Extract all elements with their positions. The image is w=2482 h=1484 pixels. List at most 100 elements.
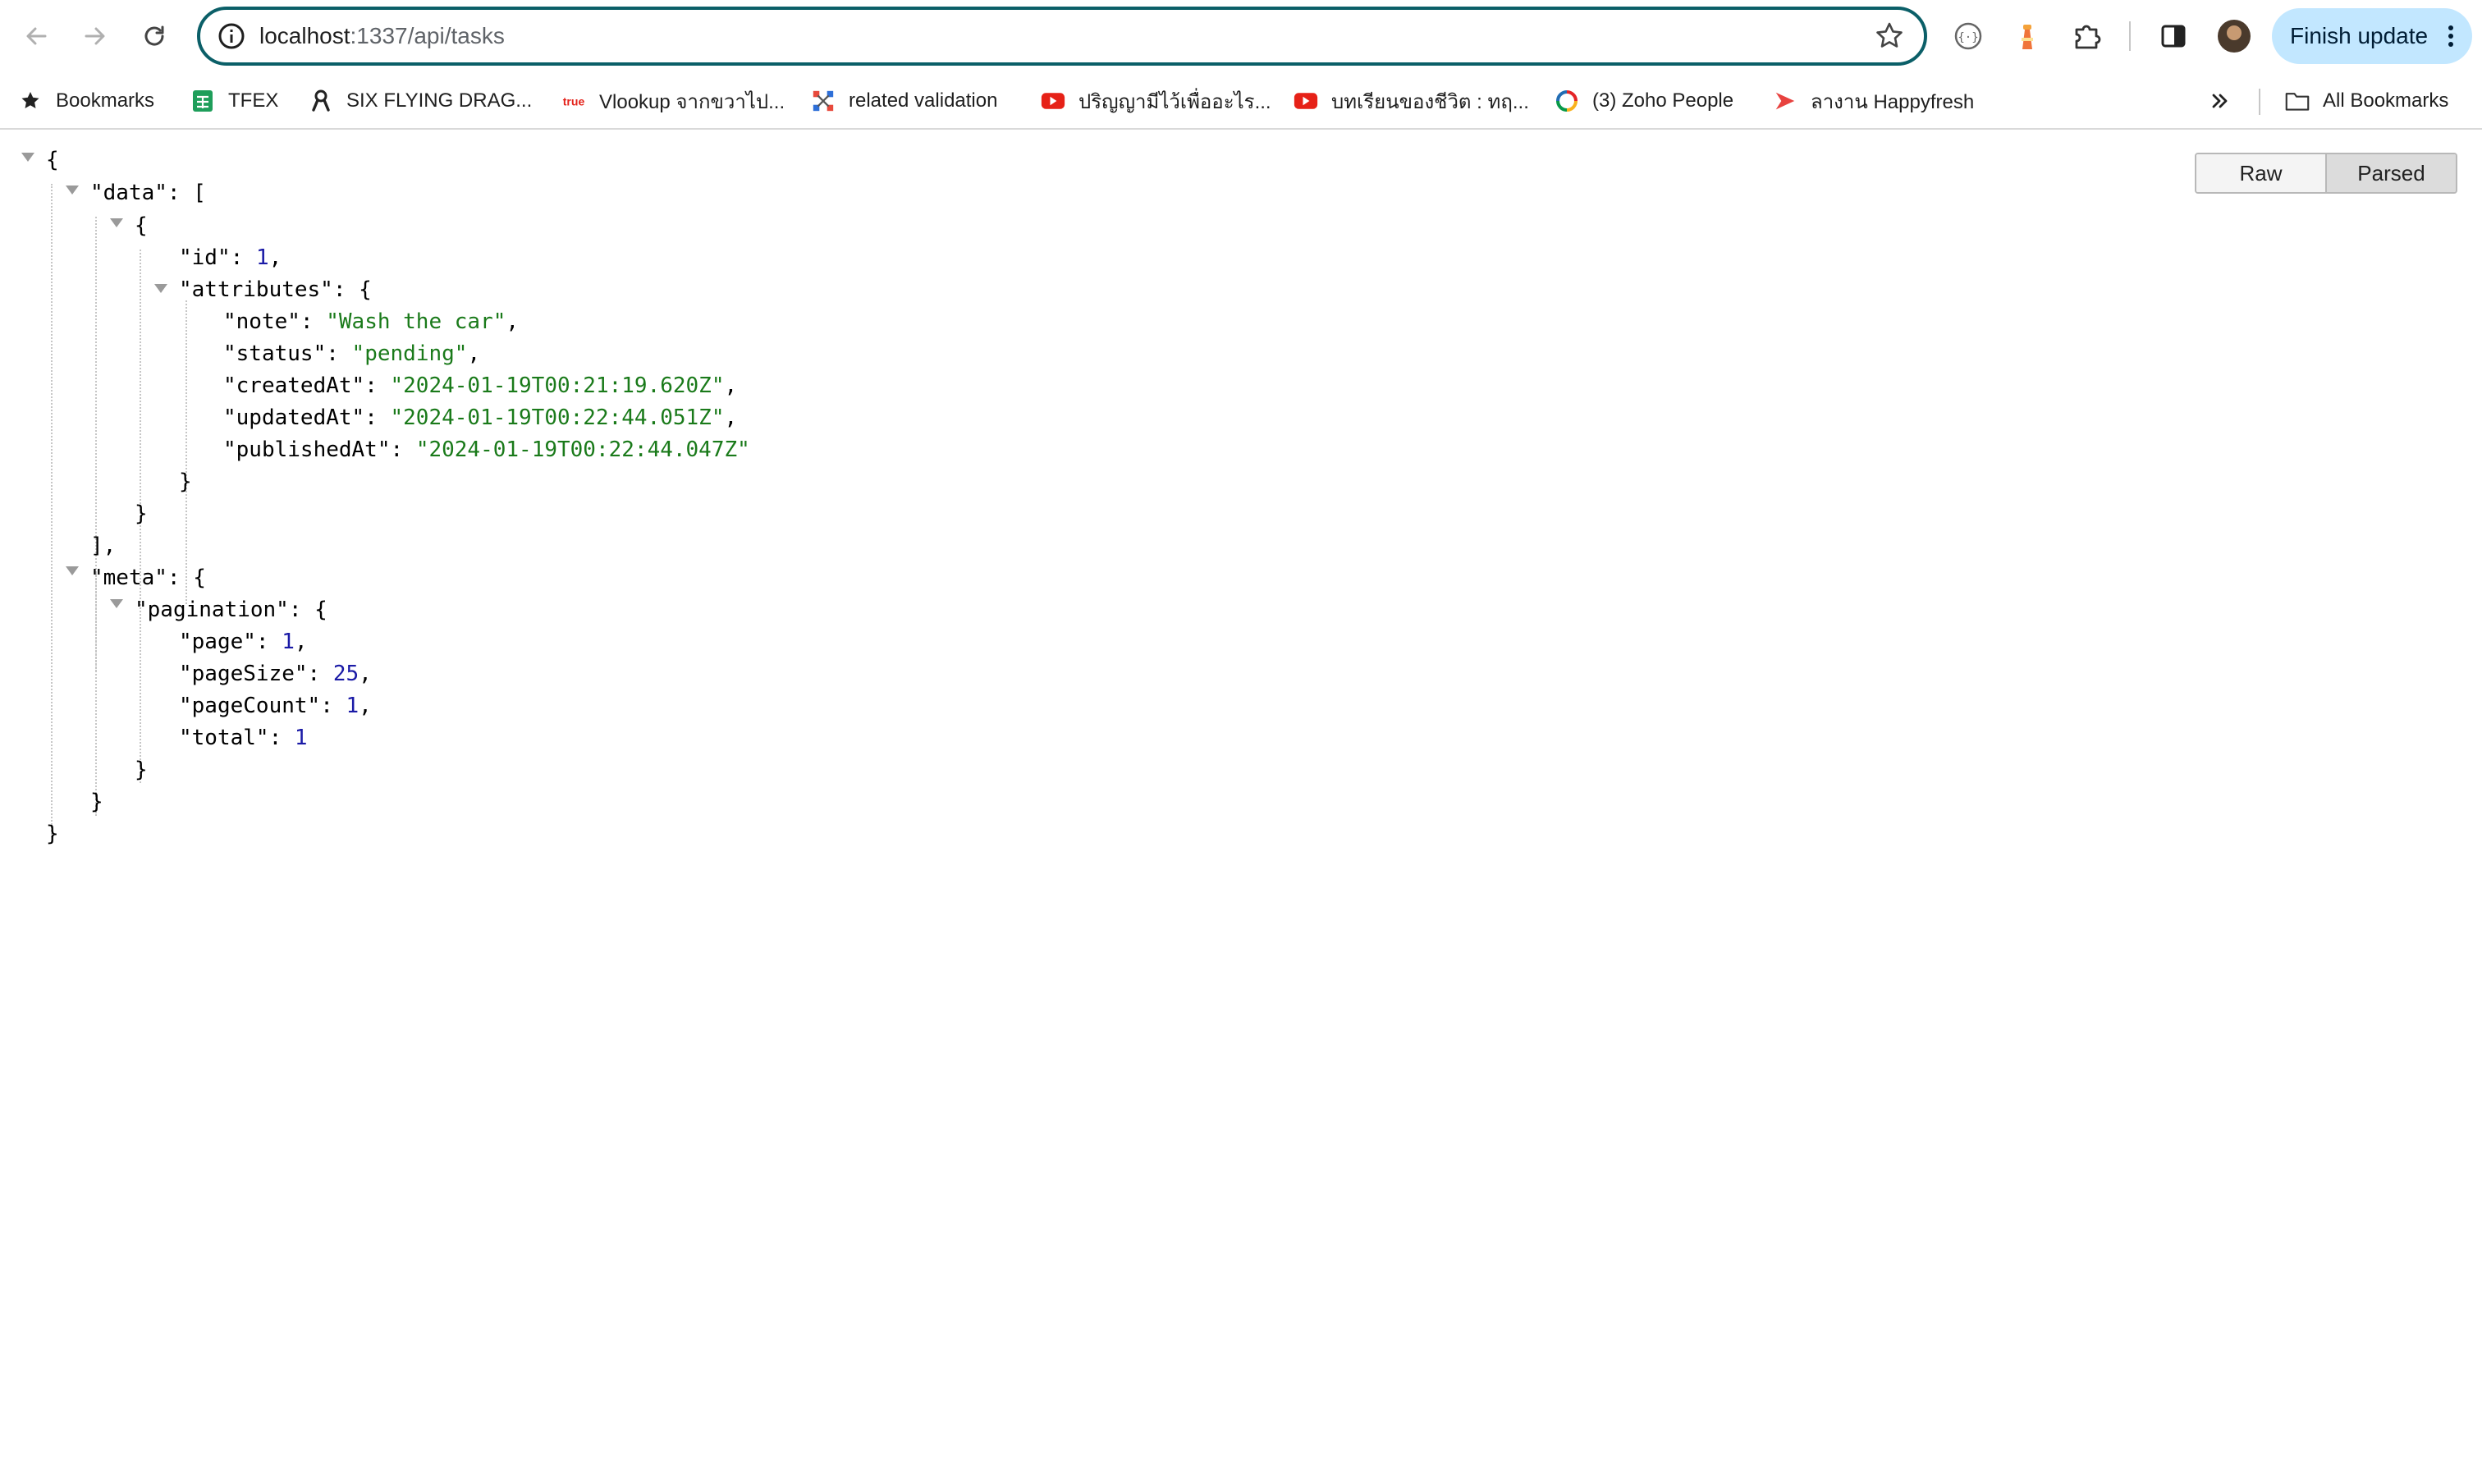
- json-line-status: "status": "pending",: [223, 341, 481, 366]
- json-line-page: "page": 1,: [179, 630, 308, 654]
- arrow-left-icon: [26, 27, 47, 45]
- bookmark-item[interactable]: SIX FLYING DRAG...: [309, 84, 532, 118]
- youtube-icon: [1041, 89, 1065, 113]
- json-line-total: "total": 1: [179, 726, 308, 750]
- true-logo-icon: true: [561, 89, 586, 113]
- json-string: "2024-01-19T00:22:44.047Z": [415, 437, 750, 462]
- profile-avatar[interactable]: [2218, 20, 2251, 53]
- indent-guide: [95, 573, 97, 816]
- json-brace: }: [135, 758, 148, 782]
- json-key: "note": [223, 309, 300, 334]
- parsed-view-button[interactable]: Parsed: [2327, 154, 2456, 192]
- ribbon-icon: [309, 89, 333, 113]
- json-key: "data": [90, 181, 167, 205]
- json-line-publishedAt: "publishedAt": "2024-01-19T00:22:44.047Z…: [223, 437, 750, 462]
- collapse-arrow-root[interactable]: [21, 153, 34, 162]
- happyfresh-icon: [1773, 89, 1797, 113]
- json-number: 1: [255, 245, 269, 270]
- chevron-double-right-icon: [2208, 89, 2232, 113]
- bookmark-item[interactable]: Bookmarks: [18, 84, 154, 118]
- svg-text:{·}: {·}: [1958, 31, 1978, 44]
- arrow-right-icon: [85, 27, 105, 45]
- json-key: "createdAt": [223, 373, 365, 398]
- json-key: "publishedAt": [223, 437, 391, 462]
- json-number: 1: [294, 726, 308, 750]
- bookmark-item[interactable]: true Vlookup จากขวาไป...: [561, 84, 785, 118]
- reload-button[interactable]: [135, 16, 174, 56]
- collapse-arrow-meta[interactable]: [66, 566, 79, 575]
- json-viewer: Raw Parsed { "data": [ { "id": 1, "attri…: [0, 131, 2482, 1484]
- json-line-meta: "meta": {: [90, 566, 206, 590]
- json-key: "status": [223, 341, 327, 366]
- json-brace: {: [46, 148, 59, 172]
- star-icon: [18, 89, 43, 113]
- json-brace: }: [179, 469, 192, 494]
- json-key: "pagination": [135, 598, 289, 622]
- collapse-arrow-data-item[interactable]: [110, 218, 123, 227]
- browser-toolbar: localhost:1337/api/tasks {·} Finish upda…: [0, 0, 2482, 72]
- svg-text:true: true: [563, 95, 585, 108]
- indent-guide: [185, 300, 187, 604]
- side-panel-icon[interactable]: [2155, 18, 2191, 54]
- collapse-arrow-data[interactable]: [66, 186, 79, 195]
- json-number: 1: [346, 694, 359, 718]
- json-line-note: "note": "Wash the car",: [223, 309, 520, 334]
- json-key: "total": [179, 726, 269, 750]
- sheets-icon: [190, 89, 215, 113]
- finish-update-button[interactable]: Finish update: [2272, 8, 2472, 64]
- json-bracket: ],: [90, 534, 117, 558]
- collapse-arrow-pagination[interactable]: [110, 599, 123, 608]
- indent-guide: [51, 184, 53, 837]
- lighthouse-extension-icon[interactable]: [2009, 18, 2045, 54]
- extensions-puzzle-icon[interactable]: [2068, 18, 2104, 54]
- json-brace: }: [135, 502, 148, 526]
- json-line-data: "data": [: [90, 181, 206, 205]
- folder-icon: [2285, 89, 2310, 113]
- bookmark-item[interactable]: ลางาน Happyfresh: [1773, 84, 1974, 118]
- bookmark-item[interactable]: ปริญญามีไว้เพื่ออะไร...: [1041, 84, 1271, 118]
- bookmark-item[interactable]: TFEX: [190, 84, 278, 118]
- site-info-icon[interactable]: [217, 21, 246, 51]
- more-vert-icon: [2448, 25, 2453, 47]
- json-brace: {: [135, 213, 148, 238]
- json-string: "2024-01-19T00:22:44.051Z": [390, 405, 725, 430]
- json-line-pagination: "pagination": {: [135, 598, 327, 622]
- url-text[interactable]: localhost:1337/api/tasks: [259, 10, 505, 62]
- json-line-updatedAt: "updatedAt": "2024-01-19T00:22:44.051Z",: [223, 405, 738, 430]
- json-line-createdAt: "createdAt": "2024-01-19T00:21:19.620Z",: [223, 373, 738, 398]
- json-string: "2024-01-19T00:21:19.620Z": [390, 373, 725, 398]
- reload-icon: [144, 25, 164, 46]
- json-line-attributes: "attributes": {: [179, 277, 372, 302]
- json-string: "Wash the car": [326, 309, 506, 334]
- toolbar-divider: [2129, 21, 2131, 51]
- bookmarks-bar: Bookmarks TFEX SIX FLYING DRAG... true V…: [0, 72, 2482, 130]
- finish-update-label: Finish update: [2290, 23, 2429, 48]
- collapse-arrow-attributes[interactable]: [154, 284, 167, 293]
- json-line-pageCount: "pageCount": 1,: [179, 694, 372, 718]
- youtube-icon: [1294, 89, 1318, 113]
- json-key: "pageCount": [179, 694, 321, 718]
- json-key: "meta": [90, 566, 167, 590]
- json-key: "id": [179, 245, 231, 270]
- json-key: "page": [179, 630, 256, 654]
- bookmark-star-icon[interactable]: [1873, 20, 1906, 53]
- json-number: 25: [332, 662, 359, 686]
- address-bar[interactable]: localhost:1337/api/tasks: [197, 7, 1927, 66]
- json-viewer-extension-icon[interactable]: {·}: [1950, 18, 1986, 54]
- bookmark-item[interactable]: (3) Zoho People: [1555, 84, 1733, 118]
- zoho-icon: [1555, 89, 1579, 113]
- json-brace: }: [46, 822, 59, 846]
- bookmark-item[interactable]: บทเรียนของชีวิต : ทฤ...: [1294, 84, 1529, 118]
- raw-view-button[interactable]: Raw: [2196, 154, 2327, 192]
- json-string: "pending": [351, 341, 468, 366]
- all-bookmarks-button[interactable]: All Bookmarks: [2285, 84, 2448, 118]
- bookmarks-divider: [2259, 89, 2260, 115]
- bookmarks-overflow-button[interactable]: [2208, 84, 2232, 118]
- view-mode-toggle: Raw Parsed: [2195, 153, 2457, 194]
- network-icon: [811, 89, 836, 113]
- back-button[interactable]: [16, 16, 56, 56]
- bookmark-item[interactable]: related validation: [811, 84, 997, 118]
- json-key: "pageSize": [179, 662, 308, 686]
- json-line-id: "id": 1,: [179, 245, 282, 270]
- forward-button[interactable]: [76, 16, 115, 56]
